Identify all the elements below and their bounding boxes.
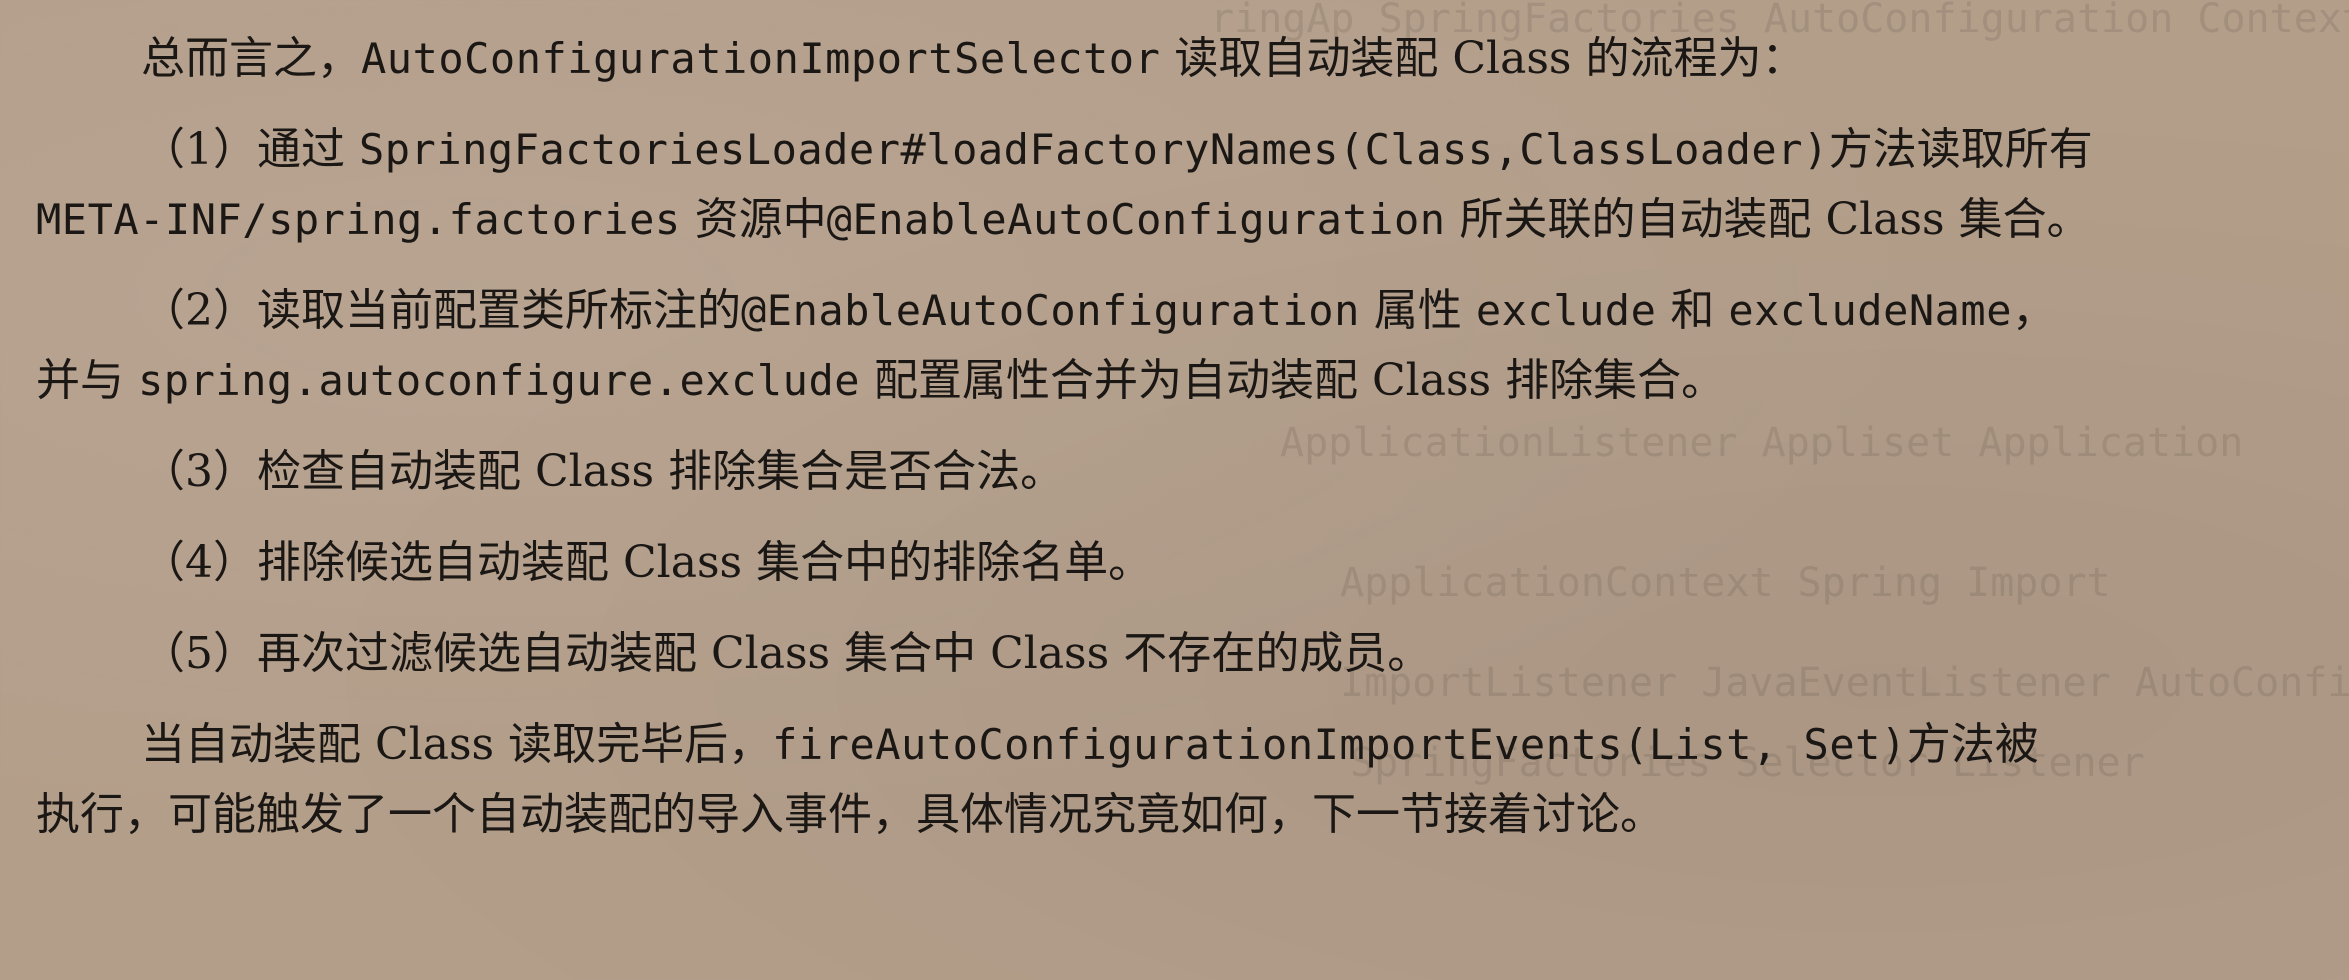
step-3-text: （3）检查自动装配 Class 排除集合是否合法。 [141, 446, 1065, 497]
step-1-text-1: （1）通过 [141, 124, 359, 175]
summary-text-2: 读取自动装配 Class 的流程为： [1160, 33, 1806, 84]
summary-text-1: 总而言之， [141, 33, 361, 84]
step-4-paragraph: （4）排除候选自动装配 Class 集合中的排除名单。 [36, 528, 2326, 598]
conclusion-text-1: 当自动装配 Class 读取完毕后， [141, 719, 773, 770]
step-1-text-4: 所关联的自动装配 Class 集合。 [1445, 194, 2091, 245]
step-1-code-factories: META-INF/spring.factories [36, 195, 681, 244]
step-2-text-1: （2）读取当前配置类所标注的 [141, 285, 741, 336]
step-2-continuation: 并与 spring.autoconfigure.exclude 配置属性合并为自… [36, 346, 2326, 416]
step-2-code-exclude: exclude [1475, 286, 1657, 335]
conclusion-text-3: 执行，可能触发了一个自动装配的导入事件，具体情况究竟如何，下一节接着讨论。 [36, 789, 1664, 840]
step-2-text-6: 配置属性合并为自动装配 Class 排除集合。 [860, 355, 1726, 406]
step-5-paragraph: （5）再次过滤候选自动装配 Class 集合中 Class 不存在的成员。 [36, 619, 2326, 689]
step-2-text-5: 并与 [36, 355, 138, 406]
step-2-text-2: 属性 [1359, 285, 1476, 336]
step-2-text-3: 和 [1656, 285, 1729, 336]
step-1-text-3: 资源中 [680, 194, 827, 245]
step-2-code-property: spring.autoconfigure.exclude [138, 356, 861, 405]
step-1-paragraph: （1）通过 SpringFactoriesLoader#loadFactoryN… [36, 115, 2326, 255]
step-3-paragraph: （3）检查自动装配 Class 排除集合是否合法。 [36, 437, 2326, 507]
summary-paragraph: 总而言之，AutoConfigurationImportSelector 读取自… [36, 24, 2326, 94]
summary-code-selector: AutoConfigurationImportSelector [361, 34, 1161, 83]
step-2-code-exclude-name: excludeName [1728, 286, 2013, 335]
step-1-continuation: META-INF/spring.factories 资源中@EnableAuto… [36, 185, 2326, 255]
conclusion-code-fire-events: fireAutoConfigurationImportEvents(List, … [772, 720, 1907, 769]
step-2-paragraph: （2）读取当前配置类所标注的@EnableAutoConfiguration 属… [36, 276, 2326, 416]
step-1-code-loader: SpringFactoriesLoader#loadFactoryNames(C… [358, 125, 1829, 174]
step-2-code-annotation: @EnableAutoConfiguration [741, 286, 1360, 335]
step-4-text: （4）排除候选自动装配 Class 集合中的排除名单。 [141, 537, 1153, 588]
step-1-code-annotation: @EnableAutoConfiguration [826, 195, 1446, 244]
step-1-text-2: 方法读取所有 [1828, 124, 2093, 175]
conclusion-text-2: 方法被 [1906, 719, 2039, 770]
conclusion-paragraph: 当自动装配 Class 读取完毕后，fireAutoConfigurationI… [36, 710, 2326, 850]
step-2-text-4: ， [2012, 285, 2057, 336]
conclusion-continuation: 执行，可能触发了一个自动装配的导入事件，具体情况究竟如何，下一节接着讨论。 [36, 780, 2326, 850]
book-page-text: 总而言之，AutoConfigurationImportSelector 读取自… [36, 24, 2326, 871]
step-5-text: （5）再次过滤候选自动装配 Class 集合中 Class 不存在的成员。 [141, 628, 1432, 679]
